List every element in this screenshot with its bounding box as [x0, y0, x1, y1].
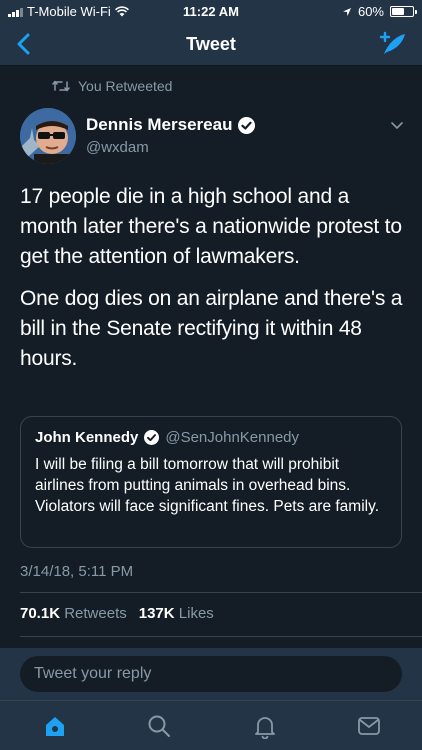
divider	[20, 636, 422, 637]
retweet-context-label: You Retweeted	[78, 78, 173, 94]
search-icon	[148, 715, 170, 737]
compose-feather-icon	[379, 31, 405, 54]
author-name-row[interactable]: Dennis Mersereau	[86, 115, 256, 135]
tweet-stats: 70.1K Retweets 137K Likes	[20, 605, 214, 622]
battery-percent: 60%	[357, 4, 384, 19]
retweets-stat[interactable]: 70.1K Retweets	[20, 605, 127, 622]
location-arrow-icon	[342, 7, 351, 16]
tab-home[interactable]	[42, 713, 68, 739]
tweet-text: 17 people die in a high school and a mon…	[20, 182, 412, 386]
retweet-context: You Retweeted	[52, 78, 172, 94]
tab-bar	[0, 700, 422, 750]
retweet-icon	[52, 80, 70, 92]
quoted-author-handle: @SenJohnKennedy	[165, 429, 300, 446]
verified-badge-icon	[144, 430, 160, 445]
notifications-icon	[255, 717, 275, 740]
tweet-timestamp: 3/14/18, 5:11 PM	[20, 563, 134, 580]
likes-count: 137K	[138, 605, 175, 622]
quoted-tweet-header: John Kennedy @SenJohnKennedy	[35, 429, 387, 446]
tab-search[interactable]	[146, 713, 172, 739]
likes-label: Likes	[178, 605, 214, 622]
likes-stat[interactable]: 137K Likes	[139, 605, 214, 622]
reply-bar	[0, 648, 422, 700]
divider	[20, 592, 422, 593]
quoted-tweet-text: I will be filing a bill tomorrow that wi…	[35, 456, 380, 515]
retweets-label: Retweets	[64, 605, 127, 622]
status-bar: T-Mobile Wi-Fi 11:22 AM 60%	[0, 0, 422, 22]
quoted-author-name: John Kennedy	[35, 429, 139, 446]
retweets-count: 70.1K	[20, 605, 61, 622]
battery-level	[392, 8, 404, 15]
reply-input[interactable]	[20, 656, 402, 692]
tab-messages[interactable]	[356, 713, 382, 739]
compose-tweet-button[interactable]	[378, 30, 408, 58]
tweet-options-button[interactable]	[390, 118, 404, 132]
navigation-bar: Tweet	[0, 22, 422, 66]
tab-notifications[interactable]	[252, 713, 278, 740]
author-name[interactable]: Dennis Mersereau	[86, 115, 232, 135]
battery-icon	[390, 6, 417, 17]
home-icon	[46, 717, 64, 736]
battery-group: 60%	[342, 4, 417, 19]
verified-badge-icon	[238, 116, 256, 134]
quoted-tweet[interactable]: John Kennedy @SenJohnKennedy I will be f…	[20, 416, 402, 548]
author-avatar[interactable]	[20, 108, 76, 164]
messages-icon	[358, 717, 380, 735]
avatar-image	[20, 108, 76, 164]
tweet-paragraph: One dog dies on an airplane and there's …	[20, 287, 403, 370]
chevron-down-icon	[391, 122, 403, 130]
author-handle[interactable]: @wxdam	[86, 139, 149, 156]
page-title: Tweet	[186, 34, 236, 54]
tweet-paragraph: 17 people die in a high school and a mon…	[20, 185, 402, 268]
